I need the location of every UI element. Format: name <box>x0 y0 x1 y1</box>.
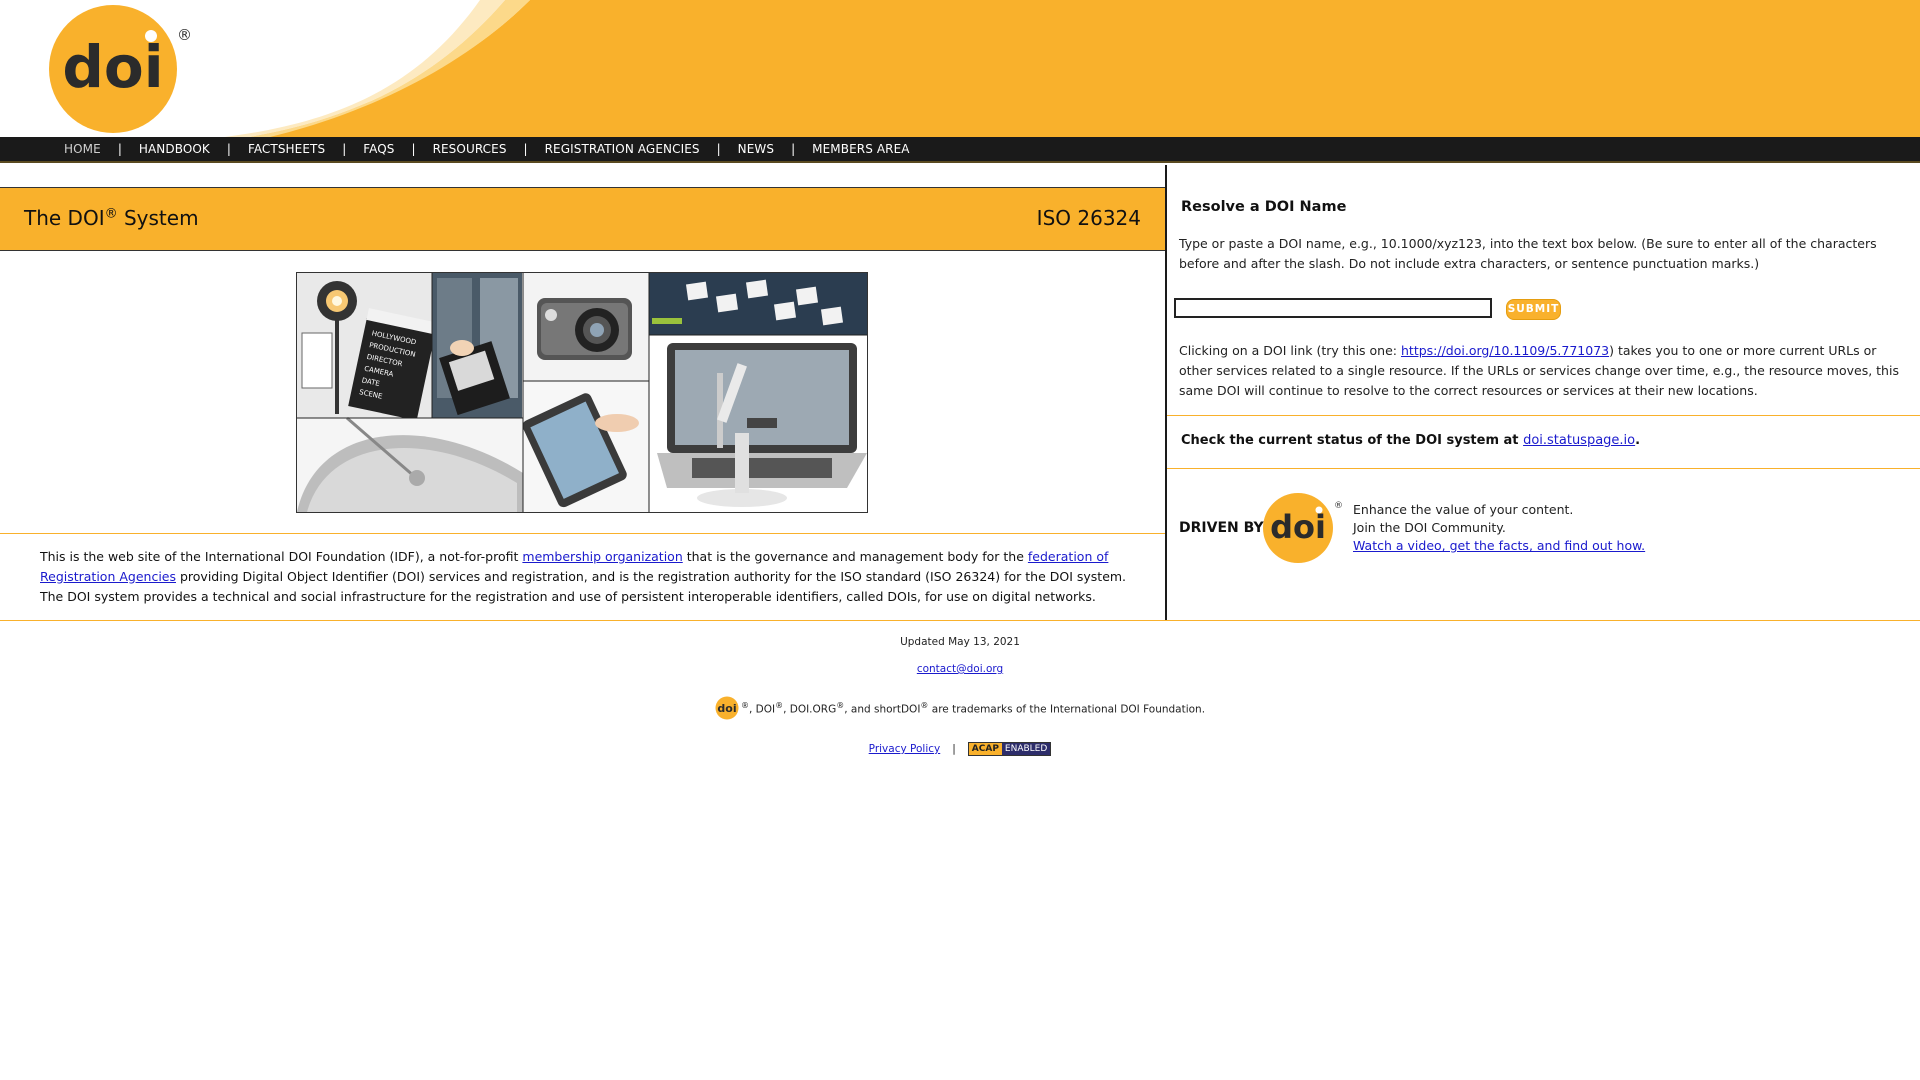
iso-label: ISO 26324 <box>1036 206 1141 230</box>
nav-item-home[interactable]: HOME <box>64 142 101 156</box>
resolver-explanation: Clicking on a DOI link (try this one: ht… <box>1179 343 1899 398</box>
contact-email-link[interactable]: contact@doi.org <box>917 663 1003 675</box>
nav-separator: | <box>523 142 528 156</box>
nav-separator: | <box>791 142 796 156</box>
main-content: The DOI® System ISO 26324 HOLLYWOOD PRODU… <box>0 165 1165 620</box>
mini-doi-logo: doi <box>715 696 739 720</box>
driven-by-doi-logo[interactable]: doi <box>1262 492 1334 564</box>
doi-logo[interactable]: doi <box>48 4 178 134</box>
nav-item-registration-agencies[interactable]: REGISTRATION AGENCIES <box>545 142 700 156</box>
nav-separator: | <box>411 142 416 156</box>
contact-line: contact@doi.org <box>0 663 1920 675</box>
nav-separator: | <box>117 142 122 156</box>
nav-item-faqs[interactable]: FAQs <box>363 142 394 156</box>
header-swoosh-graphic <box>225 0 1920 137</box>
policy-separator: | <box>952 743 956 755</box>
title-band: The DOI® System ISO 26324 <box>0 187 1165 251</box>
nav-item-handbook[interactable]: HANDBOOK <box>139 142 210 156</box>
nav-item-factsheets[interactable]: FACTSHEETS <box>248 142 325 156</box>
status-page-link[interactable]: doi.statuspage.io <box>1523 433 1635 448</box>
nav-separator: | <box>342 142 347 156</box>
nav-separator: | <box>226 142 231 156</box>
intro-paragraph: This is the web site of the Internationa… <box>40 549 1127 604</box>
membership-organization-link[interactable]: membership organization <box>522 549 682 564</box>
updated-date: Updated May 13, 2021 <box>900 636 1020 648</box>
nav-list: HOME | HANDBOOK | FACTSHEETS | FAQs | RESOURCES |… <box>0 137 1920 161</box>
status-divider <box>1167 468 1920 469</box>
trademark-notice: doi ®, DOI®, DOI.ORG®, and shortDOI® are… <box>0 696 1920 720</box>
promo-line-2: Join the DOI Community. <box>1353 520 1506 535</box>
resolver-title: Resolve a DOI Name <box>1181 199 1347 215</box>
nav-separator: | <box>716 142 721 156</box>
svg-text:doi: doi <box>717 702 736 715</box>
status-line: Check the current status of the DOI syst… <box>1181 433 1641 448</box>
policy-line: Privacy Policy | ACAP ENABLED <box>0 742 1920 756</box>
nav-item-resources[interactable]: RESOURCES <box>433 142 507 156</box>
resolver-instructions: Type or paste a DOI name, e.g., 10.1000/… <box>1179 236 1877 271</box>
page-title: The DOI® System <box>24 206 199 230</box>
svg-text:doi: doi <box>1270 508 1326 546</box>
footer-divider <box>0 620 1920 621</box>
resolver-panel: Resolve a DOI Name Type or paste a DOI n… <box>1167 165 1920 621</box>
main-nav: HOME | HANDBOOK | FACTSHEETS | FAQs | RESOURCES |… <box>0 137 1920 163</box>
acap-enabled-badge[interactable]: ACAP ENABLED <box>967 742 1052 756</box>
example-doi-link[interactable]: https://doi.org/10.1109/5.771073 <box>1401 343 1609 358</box>
resolver-divider <box>1167 415 1920 416</box>
community-promo: Enhance the value of your content. Join … <box>1353 501 1645 555</box>
registered-mark: ® <box>177 26 192 44</box>
driven-registered-mark: ® <box>1334 501 1343 511</box>
watch-video-link[interactable]: Watch a video, get the facts, and find o… <box>1353 538 1645 553</box>
privacy-policy-link[interactable]: Privacy Policy <box>869 743 941 755</box>
nav-item-members-area[interactable]: MEMBERS AREA <box>812 142 909 156</box>
promo-line-1: Enhance the value of your content. <box>1353 502 1574 517</box>
driven-by-label: DRIVEN BY <box>1179 520 1264 536</box>
nav-item-news[interactable]: NEWS <box>738 142 774 156</box>
site-header: doi ® <box>0 0 1920 137</box>
submit-button[interactable]: SUBMIT <box>1506 299 1561 320</box>
hero-collage-image: HOLLYWOOD PRODUCTION DIRECTOR CAMERA DATE SCE… <box>296 272 868 513</box>
intro-divider <box>0 533 1165 534</box>
doi-input[interactable] <box>1174 298 1492 318</box>
svg-text:doi: doi <box>62 33 163 101</box>
